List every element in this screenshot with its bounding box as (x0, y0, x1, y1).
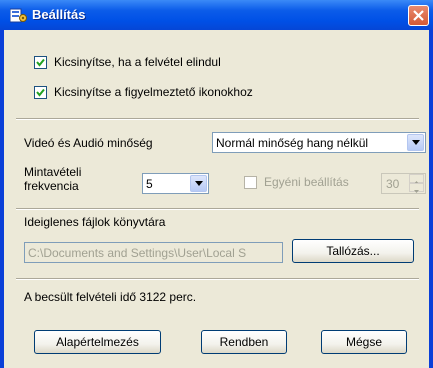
sample-rate-selected-value: 5 (146, 177, 153, 191)
settings-dialog: Beállítás Kicsinyítse, ha a felvétel eli… (0, 0, 433, 368)
separator (16, 118, 419, 120)
defaults-button[interactable]: Alapértelmezés (34, 330, 161, 354)
temp-dir-input[interactable] (25, 243, 282, 262)
custom-value-spinner[interactable]: 30 (381, 173, 426, 194)
chevron-down-icon (195, 181, 203, 186)
quality-label: Videó és Audió minőség (24, 136, 153, 150)
minimize-to-icons-checkbox[interactable] (34, 86, 47, 99)
chevron-down-icon (412, 140, 420, 145)
checkmark-icon (36, 88, 45, 97)
sample-rate-label-line1: Mintavételi (24, 165, 82, 179)
estimated-time-text: A becsült felvételi idő 3122 perc. (24, 290, 197, 304)
spin-up-button[interactable] (409, 174, 424, 184)
dropdown-arrow-button[interactable] (407, 134, 424, 151)
checkmark-icon (36, 58, 45, 67)
window-title: Beállítás (32, 7, 86, 22)
minimize-on-start-label[interactable]: Kicsinyítse, ha a felvétel elindul (54, 55, 221, 69)
sample-rate-label-line2: frekvencia (24, 179, 79, 193)
browse-button[interactable]: Tallózás... (292, 239, 414, 263)
custom-setting-checkbox[interactable] (244, 176, 257, 189)
dropdown-arrow-button[interactable] (190, 175, 207, 192)
dialog-body: Kicsinyítse, ha a felvétel elindul Kicsi… (4, 30, 429, 368)
cancel-button[interactable]: Mégse (321, 330, 407, 354)
ok-button[interactable]: Rendben (201, 330, 287, 354)
quality-dropdown[interactable]: Normál minőség hang nélkül (212, 132, 426, 153)
custom-value: 30 (386, 177, 400, 191)
spin-down-button[interactable] (409, 183, 424, 193)
title-bar[interactable]: Beállítás (0, 0, 433, 30)
temp-dir-field[interactable] (24, 242, 283, 263)
quality-selected-value: Normál minőség hang nélkül (216, 136, 369, 150)
arrow-down-icon (414, 190, 419, 193)
minimize-to-icons-label[interactable]: Kicsinyítse a figyelmeztető ikonokhoz (54, 85, 253, 99)
settings-app-icon (9, 8, 27, 23)
sample-rate-dropdown[interactable]: 5 (142, 173, 209, 194)
minimize-on-start-checkbox[interactable] (34, 56, 47, 69)
separator (16, 278, 419, 280)
custom-setting-label[interactable]: Egyéni beállítás (264, 175, 349, 189)
separator (16, 208, 419, 210)
temp-dir-label: Ideiglenes fájlok könyvtára (24, 215, 166, 229)
close-icon (413, 10, 424, 21)
close-button[interactable] (408, 5, 429, 26)
